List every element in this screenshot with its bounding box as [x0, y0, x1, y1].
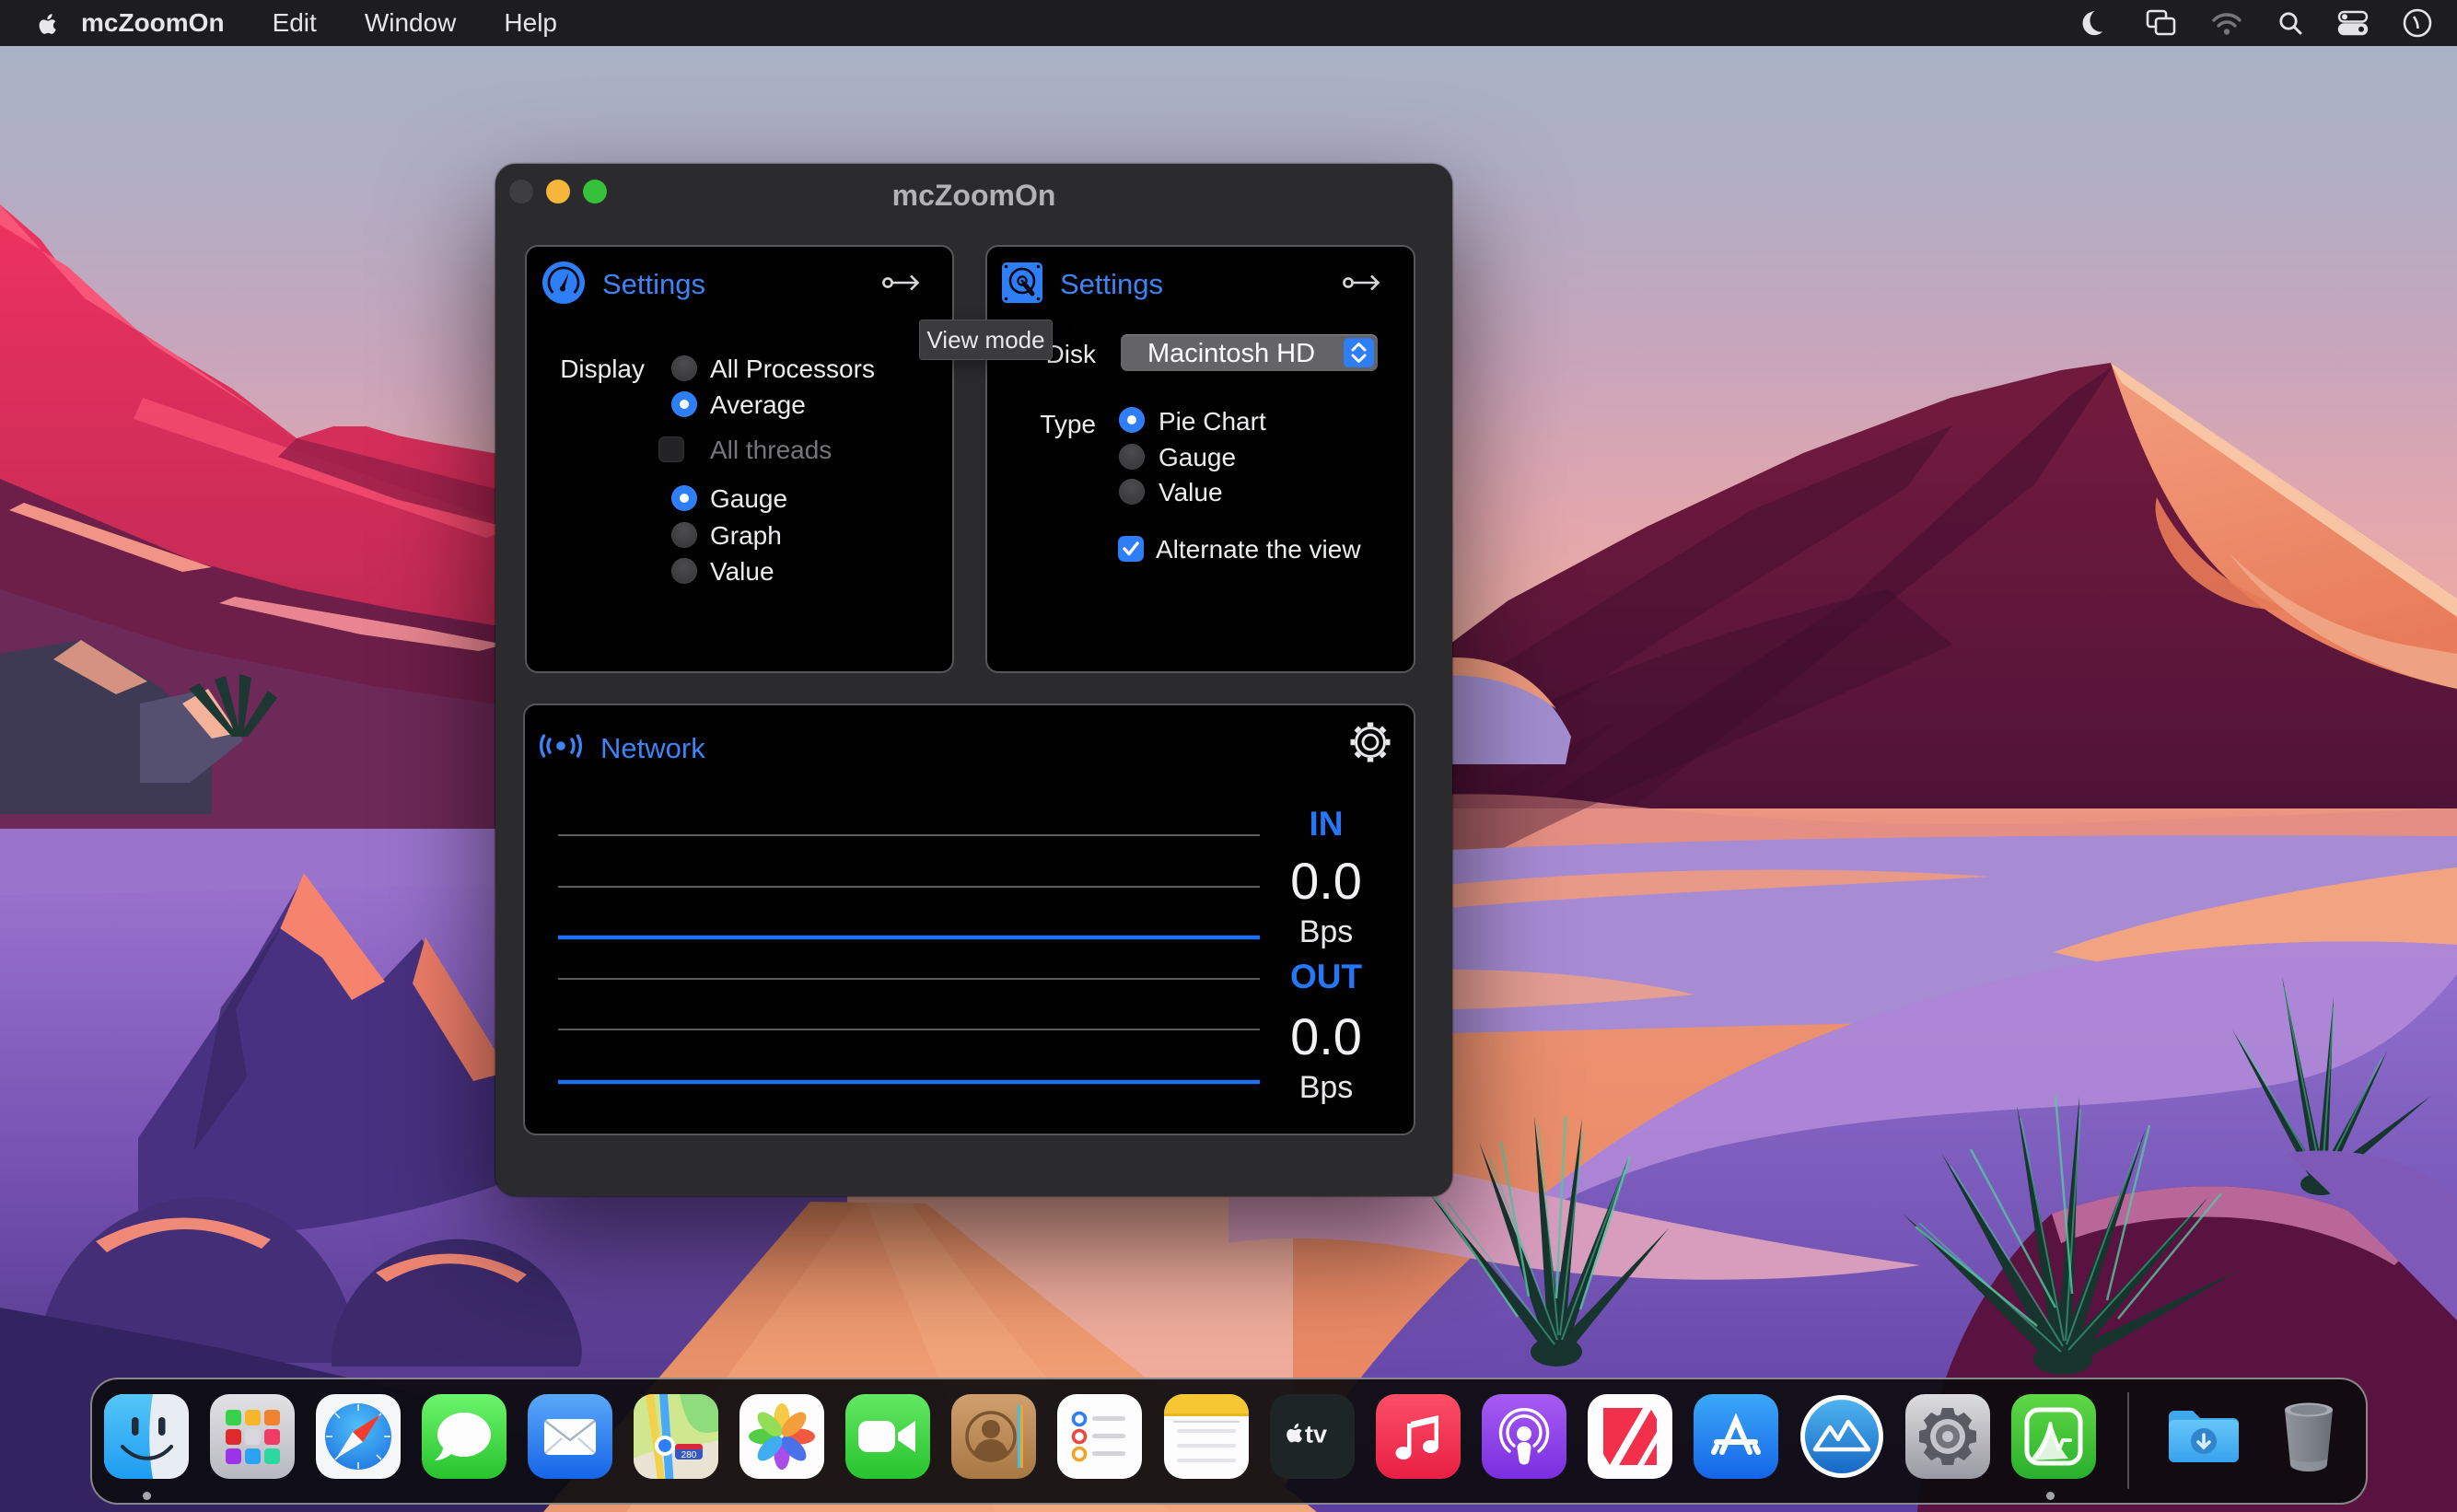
svg-text:tv: tv	[1305, 1421, 1327, 1448]
svg-text:280: 280	[681, 1450, 697, 1460]
